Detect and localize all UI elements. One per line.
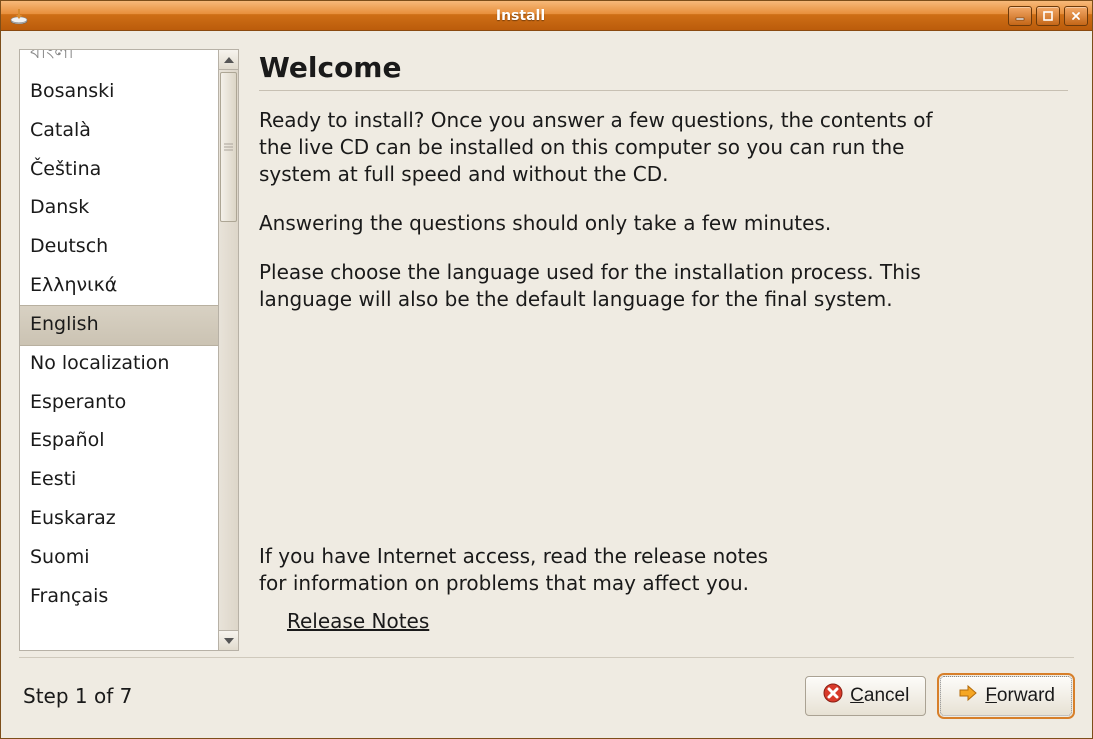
footer: Step 1 of 7 Cancel Forward — [1, 658, 1092, 738]
step-indicator: Step 1 of 7 — [23, 684, 132, 708]
language-option[interactable]: English — [20, 305, 218, 346]
language-option[interactable]: Deutsch — [20, 228, 218, 267]
divider — [259, 90, 1068, 91]
language-list[interactable]: বাংলাBosanskiCatalàČeštinaDanskDeutschΕλ… — [19, 49, 219, 651]
titlebar[interactable]: Install — [1, 1, 1092, 31]
minimize-button[interactable] — [1008, 6, 1032, 26]
main-panel: Welcome Ready to install? Once you answe… — [259, 49, 1074, 643]
intro-paragraph-3: Please choose the language used for the … — [259, 259, 939, 313]
language-option[interactable]: Español — [20, 422, 218, 461]
forward-label-rest: orward — [997, 685, 1055, 706]
scroll-thumb[interactable] — [220, 72, 237, 222]
scroll-up-button[interactable] — [219, 50, 238, 70]
language-option[interactable]: Català — [20, 112, 218, 151]
release-notes-link[interactable]: Release Notes — [287, 609, 1068, 633]
cancel-button[interactable]: Cancel — [805, 676, 926, 716]
close-button[interactable] — [1064, 6, 1088, 26]
maximize-button[interactable] — [1036, 6, 1060, 26]
chevron-up-icon — [224, 57, 234, 63]
language-option[interactable]: Euskaraz — [20, 500, 218, 539]
scroll-track[interactable] — [219, 70, 238, 630]
forward-icon — [957, 682, 979, 710]
language-option[interactable]: Suomi — [20, 539, 218, 578]
language-option[interactable]: Français — [20, 578, 218, 608]
language-option[interactable]: Bosanski — [20, 73, 218, 112]
release-notes-paragraph: If you have Internet access, read the re… — [259, 543, 799, 597]
language-panel: বাংলাBosanskiCatalàČeštinaDanskDeutschΕλ… — [19, 49, 239, 651]
page-heading: Welcome — [259, 51, 1068, 84]
forward-button[interactable]: Forward — [940, 676, 1072, 716]
language-scrollbar[interactable] — [219, 49, 239, 651]
scroll-down-button[interactable] — [219, 630, 238, 650]
cancel-label-rest: ancel — [864, 685, 909, 706]
language-option[interactable]: Čeština — [20, 151, 218, 190]
language-option[interactable]: Esperanto — [20, 384, 218, 423]
cancel-icon — [822, 682, 844, 710]
intro-paragraph-1: Ready to install? Once you answer a few … — [259, 107, 939, 188]
window-title: Install — [33, 8, 1008, 24]
language-option[interactable]: No localization — [20, 345, 218, 384]
app-icon — [9, 6, 29, 26]
intro-paragraph-2: Answering the questions should only take… — [259, 210, 939, 237]
content-area: বাংলাBosanskiCatalàČeštinaDanskDeutschΕλ… — [1, 31, 1092, 643]
language-option[interactable]: Dansk — [20, 189, 218, 228]
language-option[interactable]: Ελληνικά — [20, 267, 218, 306]
language-option[interactable]: Eesti — [20, 461, 218, 500]
language-option[interactable]: বাংলা — [20, 49, 218, 73]
install-window: Install বাংলাBosanskiCatalàČeštinaDanskD… — [0, 0, 1093, 739]
chevron-down-icon — [224, 638, 234, 644]
